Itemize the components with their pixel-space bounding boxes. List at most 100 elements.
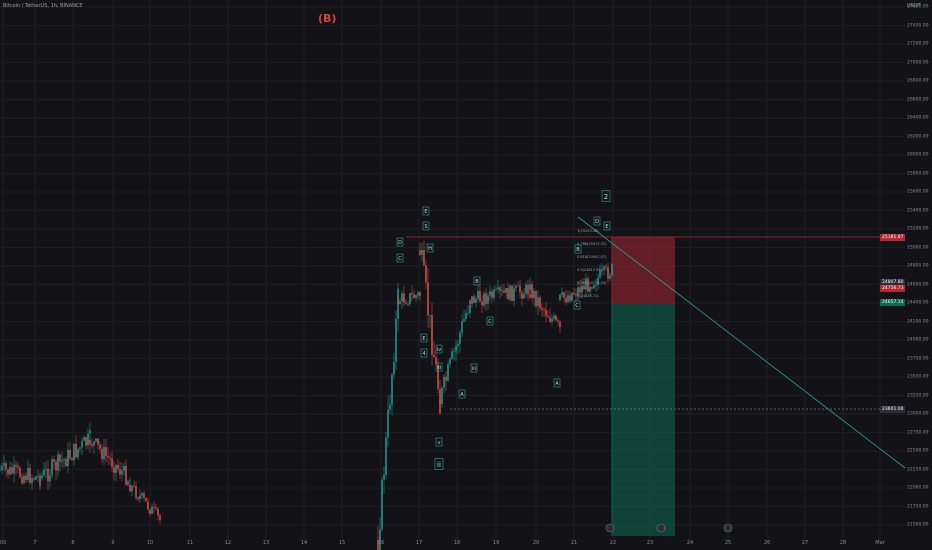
- candle-body: [119, 468, 121, 475]
- candle-body: [531, 284, 533, 299]
- price-tick: 24200.00: [907, 319, 929, 324]
- price-chart[interactable]: ESDCHE4iviiiviiBA2DEBCiiiAC1(25253.46)0.…: [0, 0, 932, 550]
- wave-label: B: [576, 247, 580, 253]
- time-tick: 27: [801, 540, 809, 546]
- time-tick: Mar: [875, 540, 885, 546]
- time-tick: 22: [609, 540, 617, 546]
- candle-body: [61, 460, 63, 462]
- stop-loss-zone: [611, 237, 675, 304]
- price-tag: 23601.00: [880, 406, 906, 413]
- wave-label: H: [428, 246, 432, 252]
- candle-body: [129, 485, 131, 492]
- candle-body: [113, 467, 115, 473]
- candle-body: [559, 321, 561, 328]
- candle-body: [427, 282, 429, 316]
- candle-body: [395, 319, 397, 362]
- candle-body: [131, 485, 133, 492]
- fib-level-label: 0.786(25073.32): [577, 242, 607, 246]
- candle-body: [567, 295, 569, 302]
- wave-label: iii: [472, 366, 476, 372]
- time-tick: 20: [532, 540, 540, 546]
- price-tick: 27600.00: [907, 4, 929, 10]
- candle-body: [511, 285, 513, 301]
- candle-body: [95, 438, 97, 442]
- candle-body: [159, 515, 161, 520]
- candle-body: [487, 295, 489, 304]
- candle-body: [451, 351, 453, 359]
- candle-body: [33, 478, 35, 480]
- candle-body: [67, 449, 69, 467]
- candle-body: [455, 345, 457, 352]
- candle-body: [41, 475, 43, 478]
- candle-body: [83, 437, 85, 441]
- candle-body: [91, 444, 93, 446]
- candle-body: [503, 290, 505, 293]
- candle-body: [145, 497, 147, 502]
- candle-body: [551, 318, 553, 322]
- candle-body: [137, 497, 139, 499]
- candle-body: [529, 284, 531, 290]
- wave-label: B: [475, 279, 479, 285]
- price-tick: 21750.00: [907, 504, 929, 509]
- time-tick: 00: [0, 540, 7, 546]
- time-tick: 24: [686, 540, 694, 546]
- chart-window[interactable]: E S D C H E 4 iv iii v ii B A 2 D E B Ciii A C 1(25253.46) 0.…: [0, 0, 932, 550]
- wave-label: A: [555, 381, 559, 387]
- price-tick: 23750.00: [907, 356, 929, 361]
- candle-body: [425, 265, 427, 283]
- candle-body: [573, 292, 575, 295]
- wave-label: D: [398, 240, 402, 246]
- candle-body: [443, 376, 445, 388]
- candle-body: [447, 364, 449, 381]
- candle-body: [51, 459, 53, 476]
- time-tick: 11: [186, 540, 194, 546]
- price-tick: 22500.00: [907, 448, 929, 454]
- candle-body: [563, 292, 565, 298]
- fib-level-label: 1(25253.46): [577, 229, 599, 233]
- candle-body: [569, 295, 571, 301]
- candle-body: [489, 291, 491, 296]
- candle-body: [453, 351, 455, 353]
- candle-body: [457, 343, 459, 346]
- candle-body: [583, 285, 585, 290]
- candle-body: [5, 463, 7, 470]
- candle-body: [123, 465, 125, 471]
- symbol-title[interactable]: Bitcoin / TetherUS, 1h, BINANCE: [3, 3, 83, 9]
- candle-body: [385, 437, 387, 475]
- candle-body: [431, 315, 433, 355]
- candle-body: [505, 288, 507, 293]
- price-tick: 25200.00: [907, 226, 929, 232]
- candle-body: [475, 298, 477, 303]
- candle-body: [545, 309, 547, 316]
- candle-body: [581, 285, 583, 293]
- candle-body: [25, 475, 27, 481]
- candle-body: [407, 303, 409, 305]
- time-tick: 12: [224, 540, 232, 546]
- wave-label: 2: [604, 193, 608, 201]
- fib-level-label: 0(24433.72): [577, 294, 599, 298]
- candle-body: [419, 250, 421, 255]
- candle-body: [121, 470, 123, 475]
- candle-body: [605, 266, 607, 268]
- candle-body: [499, 287, 501, 291]
- candle-body: [15, 464, 17, 467]
- wave-label: ii: [437, 461, 441, 469]
- time-tick: 10: [146, 540, 154, 546]
- price-tick: 25000.00: [907, 245, 929, 250]
- candle-body: [135, 485, 137, 498]
- candle-body: [419, 292, 421, 297]
- candle-body: [3, 463, 5, 466]
- candle-body: [525, 284, 527, 294]
- candle-body: [579, 287, 581, 293]
- candle-body: [603, 266, 605, 270]
- candle-body: [547, 315, 549, 318]
- candle-body: [441, 387, 443, 404]
- wave-label: C: [488, 319, 492, 325]
- candle-body: [515, 286, 517, 289]
- time-tick: 14: [300, 540, 308, 546]
- candle-body: [607, 267, 609, 279]
- event-marker-icon: [656, 523, 666, 533]
- candle-body: [43, 469, 45, 476]
- candle-body: [149, 509, 151, 514]
- wave-label: D: [595, 219, 599, 225]
